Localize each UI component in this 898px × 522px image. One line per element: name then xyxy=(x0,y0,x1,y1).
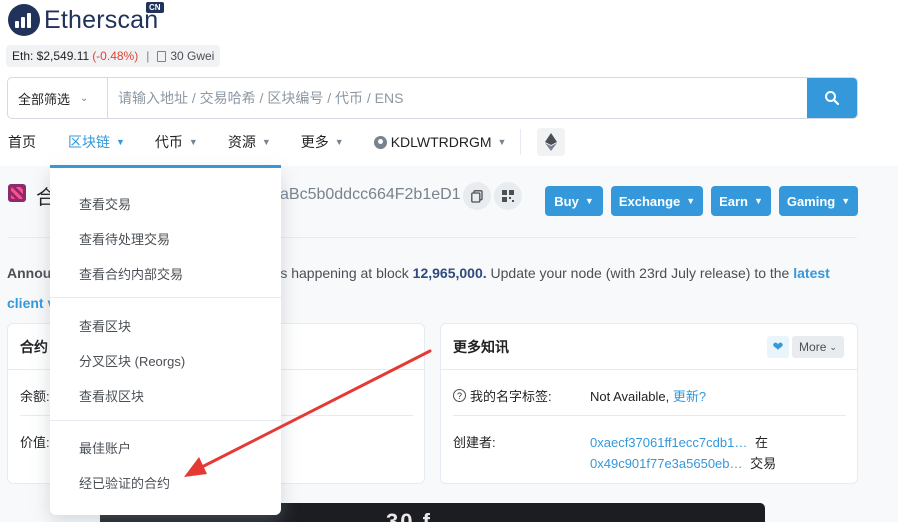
ad-banner-text: 30 f xyxy=(386,509,432,522)
menu-divider xyxy=(50,420,281,421)
chevron-down-icon: ▼ xyxy=(841,196,851,206)
announcement-latest-link[interactable]: latest xyxy=(793,265,830,281)
eth-price-change: (-0.48%) xyxy=(92,49,139,63)
gaming-button[interactable]: Gaming ▼ xyxy=(779,186,858,216)
etherscan-logo[interactable]: Etherscan xyxy=(8,2,158,38)
main-nav: 首页 区块链 ▼ 代币 ▼ 资源 ▼ 更多 ▼ KDLWTRDRGM ▼ xyxy=(0,128,566,156)
chevron-down-icon: ▼ xyxy=(497,137,507,147)
search-filter-label: 全部筛选 xyxy=(18,91,71,107)
nav-resources[interactable]: 资源 ▼ xyxy=(228,132,271,152)
announcement-block: 12,965,000. xyxy=(412,265,487,281)
menu-item-internal-txns[interactable]: 查看合约内部交易 xyxy=(79,264,183,283)
nav-divider xyxy=(520,129,522,155)
copy-icon xyxy=(471,189,483,203)
nav-resources-label: 资源 xyxy=(227,134,256,150)
more-dropdown-button[interactable]: More ⌄ xyxy=(792,336,844,358)
creator-tx-suffix: 交易 xyxy=(750,456,777,471)
menu-item-top-accounts[interactable]: 最佳账户 xyxy=(79,438,131,457)
menu-item-forked-blocks[interactable]: 分叉区块 (Reorgs) xyxy=(79,351,185,370)
logo-cn-badge: CN xyxy=(146,2,164,13)
eth-price: Eth: $2,549.11 xyxy=(12,49,90,63)
search-input[interactable] xyxy=(108,78,807,118)
chevron-down-icon: ▼ xyxy=(261,137,271,147)
creator-address-link[interactable]: 0xaecf37061ff1ecc7cdb1… xyxy=(590,435,747,450)
menu-item-view-blocks[interactable]: 查看区块 xyxy=(79,316,131,335)
gas-price[interactable]: 30 Gwei xyxy=(170,49,214,63)
creator-label: 创建者: xyxy=(453,435,496,450)
nav-blockchain-label: 区块链 xyxy=(68,134,110,150)
value-label: 价值: xyxy=(20,435,50,450)
more-label: More xyxy=(799,340,827,354)
buy-button-label: Buy xyxy=(554,193,579,209)
more-info-card: 更多知讯 ❤ More ⌄ ? 我的名字标签: Not Available, 更新… xyxy=(440,323,858,484)
creator-tx-row: 0x49c901f77e3a5650eb… 交易 xyxy=(590,453,776,472)
creator-address-row: 0xaecf37061ff1ecc7cdb1… 在 xyxy=(590,432,768,451)
gaming-button-label: Gaming xyxy=(786,193,836,209)
nav-blockchain[interactable]: 区块链 ▼ xyxy=(68,132,125,152)
price-bar: Eth: $2,549.11 (-0.48%) | 30 Gwei xyxy=(6,45,221,67)
favorite-button[interactable]: ❤ xyxy=(767,336,789,358)
logo-text: Etherscan xyxy=(44,5,159,34)
search-filter-select[interactable]: 全部筛选 ⌄ xyxy=(8,78,108,118)
chevron-down-icon: ▼ xyxy=(334,137,344,147)
announcement-client-link[interactable]: client v xyxy=(7,295,55,311)
nav-tokens-label: 代币 xyxy=(154,134,183,150)
nav-home-label: 首页 xyxy=(8,134,36,150)
earn-button-label: Earn xyxy=(719,193,748,209)
menu-item-verified-contracts[interactable]: 经已验证的合约 xyxy=(79,473,170,492)
name-tag-value-text: Not Available, xyxy=(590,389,670,404)
search-icon xyxy=(825,91,840,106)
name-tag-row: ? 我的名字标签: xyxy=(453,386,552,405)
heart-icon: ❤ xyxy=(772,339,784,354)
search-button[interactable] xyxy=(807,78,857,118)
qr-code-icon xyxy=(502,190,514,202)
announcement-rest: Update your node (with 23rd July release… xyxy=(486,265,794,281)
nav-user-account[interactable]: KDLWTRDRGM ▼ xyxy=(373,134,507,150)
announcement-prefix: Annou xyxy=(7,265,52,281)
row-divider xyxy=(453,415,846,416)
etherscan-logo-icon xyxy=(8,4,40,36)
gas-pump-icon xyxy=(157,50,167,62)
nav-more-label: 更多 xyxy=(300,134,329,150)
creator-tx-link[interactable]: 0x49c901f77e3a5650eb… xyxy=(590,456,743,471)
contract-avatar-icon xyxy=(8,184,26,202)
chevron-down-icon: ▼ xyxy=(584,196,594,206)
more-info-title: 更多知讯 xyxy=(453,338,509,355)
buy-button[interactable]: Buy ▼ xyxy=(545,186,603,216)
ethereum-icon xyxy=(545,133,558,151)
blockchain-dropdown-menu: 查看交易 查看待处理交易 查看合约内部交易 查看区块 分叉区块 (Reorgs)… xyxy=(50,168,281,515)
creator-at-text: 在 xyxy=(754,435,768,450)
menu-divider xyxy=(50,297,281,298)
chevron-down-icon: ▼ xyxy=(116,137,125,147)
menu-item-view-txns[interactable]: 查看交易 xyxy=(79,194,131,213)
contract-overview-title: 合约 xyxy=(20,338,48,355)
exchange-button[interactable]: Exchange ▼ xyxy=(611,186,703,216)
chevron-down-icon: ⌄ xyxy=(80,92,89,104)
question-circle-icon: ? xyxy=(453,389,466,402)
earn-button[interactable]: Earn ▼ xyxy=(711,186,771,216)
nav-more[interactable]: 更多 ▼ xyxy=(301,132,344,152)
user-icon xyxy=(373,135,387,149)
chevron-down-icon: ▼ xyxy=(753,196,763,206)
menu-item-pending-txns[interactable]: 查看待处理交易 xyxy=(79,229,170,248)
update-name-tag-link[interactable]: 更新? xyxy=(673,389,706,404)
chevron-down-icon: ▼ xyxy=(686,196,696,206)
price-separator: | xyxy=(146,49,150,63)
balance-label: 余额: xyxy=(20,389,50,404)
qr-code-button[interactable] xyxy=(494,182,522,210)
ethereum-network-button[interactable] xyxy=(537,128,566,156)
exchange-button-label: Exchange xyxy=(618,193,681,209)
nav-user-label: KDLWTRDRGM xyxy=(390,134,492,150)
announcement-text: s happening at block xyxy=(280,265,413,281)
search-bar: 全部筛选 ⌄ xyxy=(7,77,858,119)
copy-address-button[interactable] xyxy=(463,182,491,210)
chevron-down-icon: ▼ xyxy=(188,137,198,147)
nav-tokens[interactable]: 代币 ▼ xyxy=(155,132,198,152)
nav-home[interactable]: 首页 xyxy=(8,132,36,152)
contract-address: aBc5b0ddcc664F2b1eD1 xyxy=(280,186,461,203)
name-tag-value: Not Available, 更新? xyxy=(590,386,706,405)
chevron-down-icon: ⌄ xyxy=(829,341,837,352)
name-tag-label: 我的名字标签: xyxy=(470,389,552,404)
menu-item-uncle-blocks[interactable]: 查看叔区块 xyxy=(79,386,144,405)
